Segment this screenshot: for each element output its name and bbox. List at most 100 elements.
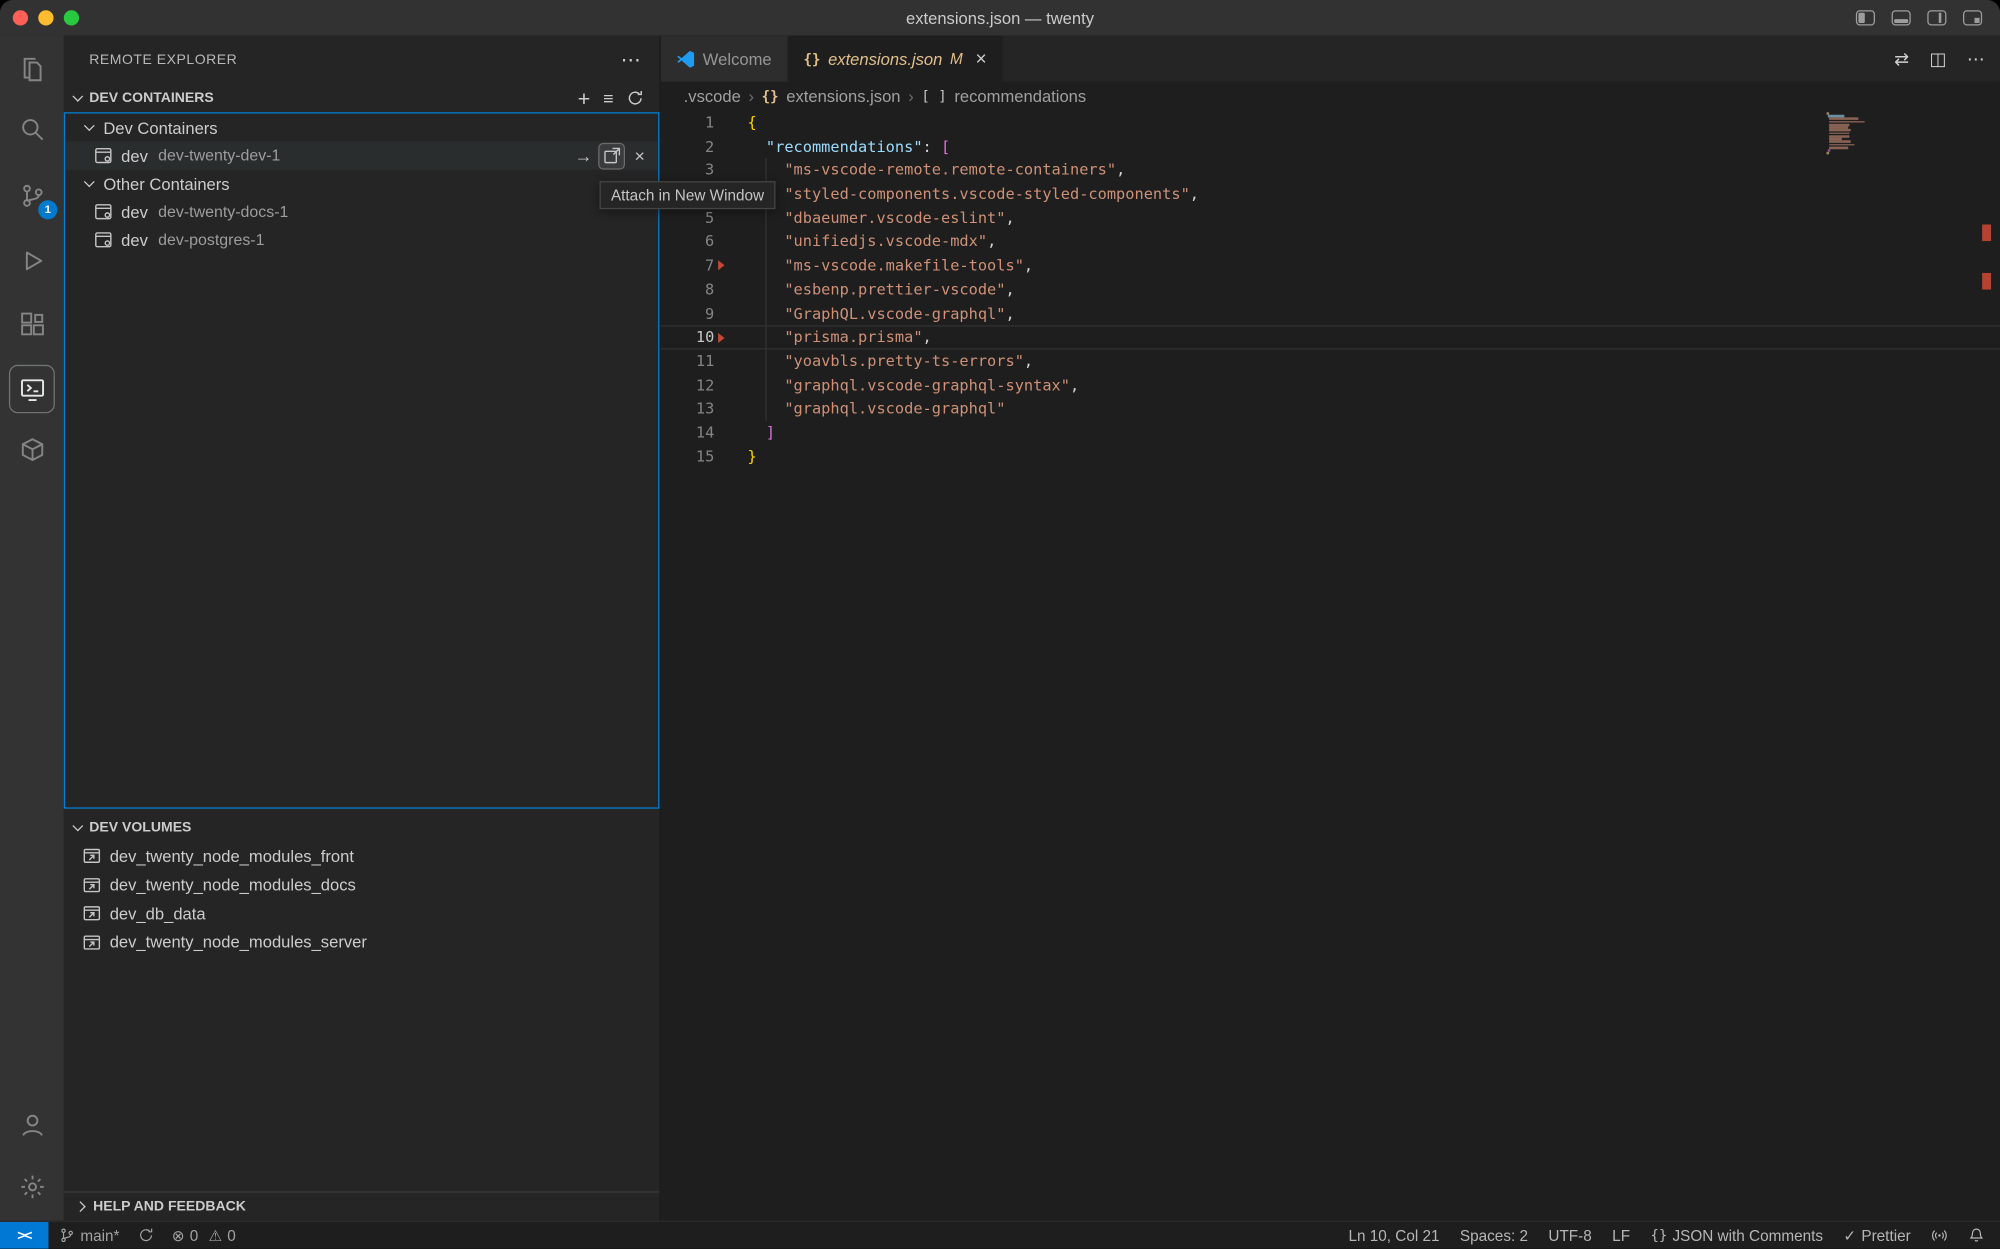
container-description: dev-twenty-docs-1 xyxy=(158,203,288,221)
minimap-line xyxy=(1830,129,1851,131)
chevron-down-icon xyxy=(72,821,83,832)
activity-item-extensions[interactable] xyxy=(0,293,64,354)
sync-status[interactable] xyxy=(137,1227,154,1244)
activity-item-run-and-debug[interactable] xyxy=(0,230,64,291)
group-label: Dev Containers xyxy=(103,118,217,137)
volume-icon xyxy=(82,932,102,952)
code-line[interactable]: 6 "unifiedjs.vscode-mdx", xyxy=(661,230,2000,254)
container-item-dev-twenty-dev-1[interactable]: devdev-twenty-dev-1→× xyxy=(65,142,658,170)
volume-label: dev_twenty_node_modules_server xyxy=(110,933,367,952)
volume-item[interactable]: dev_twenty_node_modules_server xyxy=(64,928,660,957)
chevron-right-icon xyxy=(75,1201,86,1212)
problems-status[interactable]: ⊗ 0 ⚠ 0 xyxy=(172,1227,236,1245)
code-text: } xyxy=(747,445,756,469)
minimap-line xyxy=(1828,115,1844,117)
container-description: dev-twenty-dev-1 xyxy=(158,147,280,165)
more-actions-icon[interactable]: ⋯ xyxy=(1967,48,1985,70)
filter-list-icon[interactable]: ≡ xyxy=(603,89,613,107)
toggle-panel-icon[interactable] xyxy=(1892,10,1911,25)
container-group[interactable]: Other Containers xyxy=(65,170,658,198)
attach-new-window-button[interactable] xyxy=(599,143,623,167)
activity-item-source-control[interactable]: 1 xyxy=(0,165,64,226)
close-tab-icon[interactable]: × xyxy=(976,48,987,70)
toggle-primary-sidebar-icon[interactable] xyxy=(1856,10,1875,25)
code-text: "GraphQL.vscode-graphql", xyxy=(747,302,1014,326)
code-line[interactable]: 15} xyxy=(661,445,2000,469)
title-bar[interactable]: extensions.json — twenty xyxy=(0,0,2000,36)
code-line[interactable]: 5 "dbaeumer.vscode-eslint", xyxy=(661,206,2000,230)
zoom-window-button[interactable] xyxy=(64,10,79,25)
activity-item-remote-explorer[interactable] xyxy=(0,358,64,419)
container-group[interactable]: Dev Containers xyxy=(65,114,658,142)
code-line[interactable]: 1{ xyxy=(661,111,2000,135)
code-line[interactable]: 7 "ms-vscode.makefile-tools", xyxy=(661,254,2000,278)
code-line[interactable]: 10 "prisma.prisma", xyxy=(661,325,2000,349)
language-mode[interactable]: {} JSON with Comments xyxy=(1650,1227,1823,1245)
tab-welcome[interactable]: Welcome xyxy=(661,36,788,82)
activity-item-settings[interactable] xyxy=(0,1156,64,1217)
breadcrumb-folder[interactable]: .vscode xyxy=(684,86,741,105)
refresh-icon[interactable] xyxy=(626,89,644,107)
more-actions-icon[interactable]: ⋯ xyxy=(621,47,642,73)
volume-item[interactable]: dev_db_data xyxy=(64,899,660,928)
breadcrumb-file[interactable]: extensions.json xyxy=(786,86,900,105)
section-label: HELP AND FEEDBACK xyxy=(93,1199,246,1214)
formatter-status[interactable]: ✓ Prettier xyxy=(1843,1227,1910,1245)
tab-extensions-json[interactable]: {} extensions.json M × xyxy=(788,36,1003,82)
overview-ruler-mark xyxy=(1982,273,1991,290)
activity-item-search[interactable] xyxy=(0,98,64,159)
accounts-icon xyxy=(18,1112,45,1139)
section-dev-containers-header[interactable]: DEV CONTAINERS + ≡ xyxy=(64,84,660,112)
code-line[interactable]: 13 "graphql.vscode-graphql" xyxy=(661,397,2000,421)
activity-item-accounts[interactable] xyxy=(0,1094,64,1155)
minimap-line xyxy=(1830,132,1850,134)
code-line[interactable]: 11 "yoavbls.pretty-ts-errors", xyxy=(661,349,2000,373)
screencast-icon[interactable] xyxy=(1931,1227,1948,1244)
toggle-secondary-sidebar-icon[interactable] xyxy=(1927,10,1946,25)
notifications-bell-icon[interactable] xyxy=(1968,1227,1985,1244)
chevron-down-icon xyxy=(72,91,83,102)
activity-item-dev-containers[interactable] xyxy=(0,418,64,479)
line-number: 13 xyxy=(661,397,727,421)
activity-item-explorer[interactable] xyxy=(0,38,64,99)
remote-indicator[interactable]: >< xyxy=(0,1222,48,1249)
code-line[interactable]: 3 "ms-vscode-remote.remote-containers", xyxy=(661,159,2000,183)
row-actions: →× xyxy=(571,143,658,167)
code-text: "graphql.vscode-graphql-syntax", xyxy=(747,373,1079,397)
volume-item[interactable]: dev_twenty_node_modules_front xyxy=(64,842,660,871)
customize-layout-icon[interactable] xyxy=(1963,10,1982,25)
code-editor[interactable]: 1{2 "recommendations": [3 "ms-vscode-rem… xyxy=(661,111,2000,1221)
code-line[interactable]: 14 ] xyxy=(661,421,2000,445)
encoding-status[interactable]: UTF-8 xyxy=(1548,1227,1591,1245)
code-line[interactable]: 12 "graphql.vscode-graphql-syntax", xyxy=(661,373,2000,397)
json-file-icon: {} xyxy=(762,87,779,104)
open-changes-icon[interactable]: ⇄ xyxy=(1894,48,1909,70)
container-name: dev xyxy=(121,202,148,221)
code-line[interactable]: 2 "recommendations": [ xyxy=(661,135,2000,159)
eol-status[interactable]: LF xyxy=(1612,1227,1630,1245)
section-dev-volumes-header[interactable]: DEV VOLUMES xyxy=(64,814,660,842)
minimap[interactable] xyxy=(1827,112,1888,155)
line-number: 12 xyxy=(661,373,727,397)
check-icon: ✓ xyxy=(1843,1227,1856,1245)
breadcrumb-symbol[interactable]: recommendations xyxy=(954,86,1086,105)
indentation-status[interactable]: Spaces: 2 xyxy=(1460,1227,1528,1245)
minimize-window-button[interactable] xyxy=(38,10,53,25)
section-help-and-feedback[interactable]: HELP AND FEEDBACK xyxy=(64,1192,660,1221)
warning-count: 0 xyxy=(227,1227,236,1245)
branch-status[interactable]: main* xyxy=(59,1227,120,1245)
close-window-button[interactable] xyxy=(13,10,28,25)
code-text: ] xyxy=(747,421,775,445)
split-editor-icon[interactable]: ◫ xyxy=(1930,48,1947,70)
stop-container-button[interactable]: × xyxy=(628,143,652,167)
volume-item[interactable]: dev_twenty_node_modules_docs xyxy=(64,871,660,900)
container-name: dev xyxy=(121,146,148,165)
attach-container-button[interactable]: → xyxy=(571,143,595,167)
code-line[interactable]: 9 "GraphQL.vscode-graphql", xyxy=(661,302,2000,326)
container-item-dev-postgres-1[interactable]: devdev-postgres-1 xyxy=(65,226,658,254)
cursor-position[interactable]: Ln 10, Col 21 xyxy=(1348,1227,1439,1245)
code-line[interactable]: 8 "esbenp.prettier-vscode", xyxy=(661,278,2000,302)
new-container-icon[interactable]: + xyxy=(578,87,591,109)
code-line[interactable]: 4 "styled-components.vscode-styled-compo… xyxy=(661,182,2000,206)
container-item-dev-twenty-docs-1[interactable]: dev dev-twenty-docs-1 xyxy=(65,198,658,226)
